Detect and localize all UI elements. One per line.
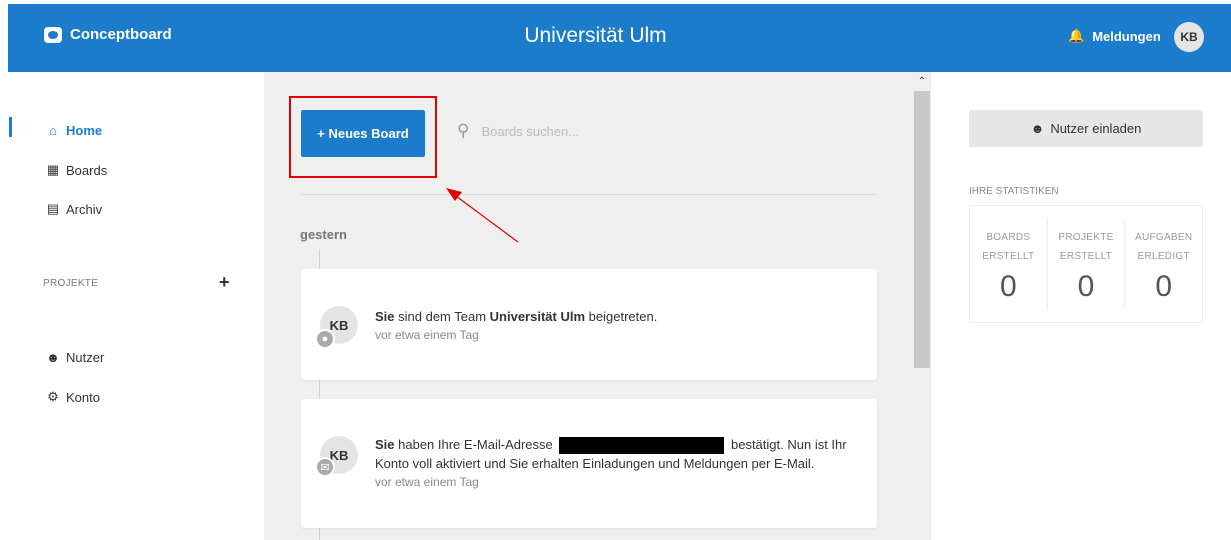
redacted-email (559, 437, 725, 455)
active-nav-indicator (9, 117, 12, 137)
sidebar-item-konto[interactable]: ⚙ Konto (46, 389, 100, 405)
gear-icon: ⚙ (47, 389, 59, 404)
app-root: Conceptboard Universität Ulm 🔔 Meldungen… (0, 0, 1231, 540)
stat-boards: BOARDS ERSTELLT 0 (970, 206, 1047, 322)
activity-text: Sie haben Ihre E-Mail-Adresse bestätigt.… (375, 435, 847, 492)
stat-name: BOARDS (986, 232, 1031, 243)
sidebar: ⌂ Home ▦ Boards ▤ Archiv PROJEKTE + ☻ Nu… (0, 72, 264, 540)
scrollbar-thumb[interactable] (914, 91, 930, 368)
search-icon: ⚲ (457, 121, 470, 140)
stats-panel: BOARDS ERSTELLT 0 PROJEKTE ERSTELLT 0 AU… (969, 205, 1203, 323)
activity-subject: Sie (375, 437, 395, 452)
sidebar-item-home[interactable]: ⌂ Home (46, 123, 102, 138)
scroll-up-arrow-icon[interactable]: ⌃ (913, 74, 931, 88)
sidebar-item-label: Boards (66, 162, 108, 178)
activity-time: vor etwa einem Tag (375, 475, 479, 490)
stat-value: 0 (1155, 270, 1173, 303)
sidebar-item-label: Home (66, 123, 103, 138)
page-title: Universität Ulm (524, 24, 667, 47)
right-panel: ☻ Nutzer einladen IHRE STATISTIKEN BOARD… (931, 72, 1231, 540)
board-search: ⚲ (457, 121, 682, 141)
notifications-button[interactable]: 🔔 Meldungen (1068, 28, 1161, 44)
activity-text-part: haben Ihre E-Mail-Adresse (394, 437, 557, 452)
stat-name: PROJEKTE (1058, 232, 1114, 243)
invite-user-button[interactable]: ☻ Nutzer einladen (969, 110, 1203, 147)
activity-card: KB ✉ Sie haben Ihre E-Mail-Adresse bestä… (301, 399, 877, 528)
activity-subject: Sie (375, 309, 395, 324)
divider (301, 194, 877, 195)
stat-name: ERLEDIGT (1137, 251, 1190, 262)
notifications-label: Meldungen (1092, 28, 1161, 44)
projects-section-label: PROJEKTE (43, 278, 99, 289)
user-avatar[interactable]: KB (1174, 22, 1204, 52)
envelope-icon: ✉ (315, 457, 335, 477)
activity-team-name: Universität Ulm (489, 309, 586, 324)
invite-label: Nutzer einladen (1050, 121, 1142, 136)
activity-line: Sie haben Ihre E-Mail-Adresse bestätigt.… (375, 435, 847, 455)
sidebar-item-nutzer[interactable]: ☻ Nutzer (46, 350, 104, 365)
stat-name: AUFGABEN (1134, 232, 1193, 243)
stat-name: ERSTELLT (1059, 251, 1113, 262)
stat-projects: PROJEKTE ERSTELLT 0 (1046, 218, 1125, 310)
stat-value: 0 (999, 270, 1017, 303)
users-icon: ☻ (46, 350, 60, 365)
day-label: gestern (300, 227, 347, 242)
top-header: Conceptboard Universität Ulm 🔔 Meldungen… (8, 4, 1231, 72)
stat-value: 0 (1077, 270, 1095, 303)
archive-icon: ▤ (46, 201, 60, 216)
sidebar-item-label: Nutzer (66, 350, 105, 365)
bell-icon: 🔔 (1068, 28, 1085, 43)
activity-feed: + Neues Board ⚲ gestern KB ● Sie sind de… (264, 72, 931, 540)
stat-name: ERSTELLT (982, 251, 1035, 262)
stats-label: IHRE STATISTIKEN (969, 186, 1059, 197)
activity-text: Sie sind dem Team Universität Ulm beiget… (375, 307, 657, 345)
stat-tasks: AUFGABEN ERLEDIGT 0 (1124, 218, 1202, 310)
activity-line: Konto voll aktiviert und Sie erhalten Ei… (375, 456, 815, 472)
sidebar-item-boards[interactable]: ▦ Boards (46, 162, 107, 178)
search-input[interactable] (481, 123, 682, 139)
activity-card: KB ● Sie sind dem Team Universität Ulm b… (301, 269, 877, 380)
sidebar-item-archiv[interactable]: ▤ Archiv (46, 201, 102, 217)
annotation-highlight-box (289, 96, 437, 178)
activity-text-part: sind dem Team (394, 309, 490, 324)
home-icon: ⌂ (49, 123, 57, 138)
grid-icon: ▦ (46, 162, 60, 177)
sidebar-item-label: Konto (66, 389, 100, 405)
activity-text-part: bestätigt. Nun ist Ihr (727, 437, 847, 452)
activity-text-part: beigetreten. (585, 309, 658, 324)
user-badge-icon: ● (315, 329, 335, 349)
add-user-icon: ☻ (1030, 121, 1045, 136)
sidebar-item-label: Archiv (66, 201, 103, 217)
activity-time: vor etwa einem Tag (375, 328, 479, 342)
add-project-button[interactable]: + (219, 272, 230, 293)
